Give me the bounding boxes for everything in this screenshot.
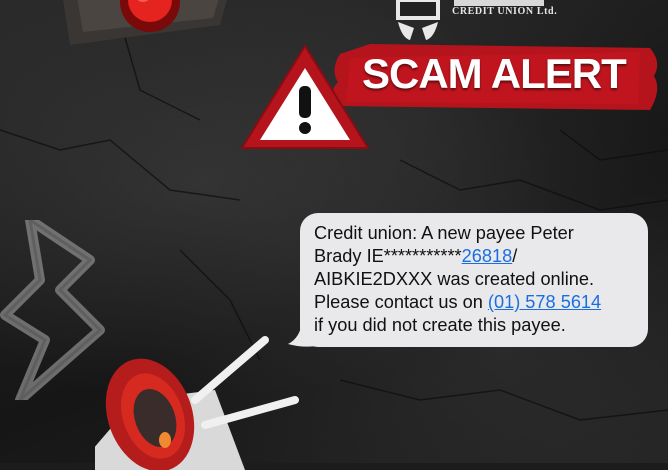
message-line-3: AIBKIE2DXXX was created online. — [314, 269, 595, 289]
message-text: Please contact us on — [314, 292, 488, 312]
megaphone-icon — [95, 336, 299, 470]
message-text: Brady IE*********** — [314, 246, 462, 266]
message-line-1: Credit union: A new payee Peter — [314, 223, 574, 243]
message-line-5: if you did not create this payee. — [314, 315, 566, 335]
logo-name: CREDIT UNION Ltd. — [452, 6, 558, 17]
account-number-link[interactable]: 26818 — [462, 246, 513, 266]
sms-message-bubble: Credit union: A new payee Peter Brady IE… — [300, 213, 648, 347]
siren-light-icon — [63, 0, 227, 45]
scam-alert-title: SCAM ALERT — [362, 50, 627, 97]
message-line-2: Brady IE***********26818/ — [314, 245, 634, 268]
message-text: / — [512, 246, 518, 266]
lightning-bolt-icon — [0, 220, 105, 400]
phone-number-link[interactable]: (01) 578 5614 — [488, 292, 601, 312]
message-line-4: Please contact us on (01) 578 5614 — [314, 291, 634, 314]
warning-triangle-icon — [241, 45, 369, 149]
